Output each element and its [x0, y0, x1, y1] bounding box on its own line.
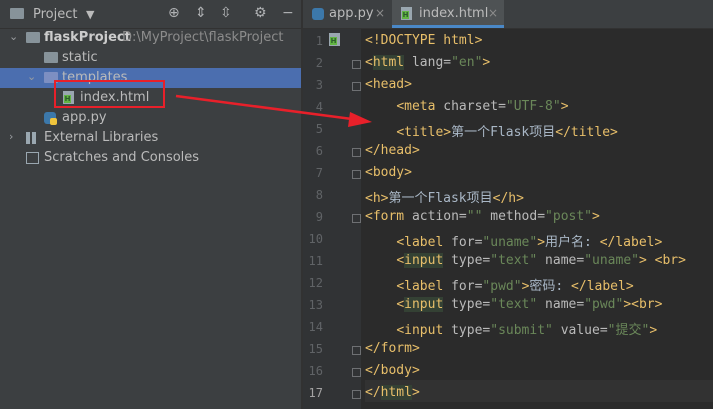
annotation-arrow [175, 94, 372, 127]
annotation-arrow-head [348, 112, 372, 127]
annotation-arrow-line [175, 94, 353, 121]
